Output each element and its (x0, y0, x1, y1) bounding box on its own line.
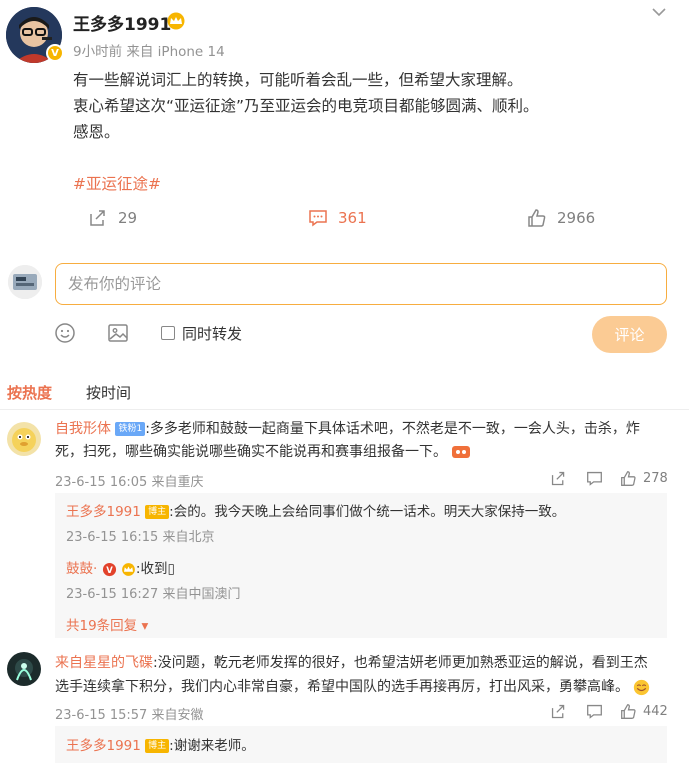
comment-text-line: 自我形体 铁粉1:多多老师和鼓鼓一起商量下具体话术吧，不然老是不一致，一会人头，… (55, 418, 640, 441)
tab-sort-time[interactable]: 按时间 (86, 382, 131, 403)
repost-checkbox[interactable] (161, 326, 175, 340)
reply-text: :谢谢来老师。 (169, 738, 255, 754)
comment-like-button[interactable]: 278 (620, 470, 668, 487)
comment-like-count: 442 (643, 704, 668, 719)
repost-icon (90, 210, 105, 226)
like-button[interactable]: 2966 (527, 208, 595, 228)
post-meta: 9小时前 来自 iPhone 14 (73, 44, 225, 60)
reply-author[interactable]: 鼓鼓· (66, 561, 97, 577)
view-more-replies-link[interactable]: 共19条回复 ▾ (66, 614, 148, 634)
divider (0, 409, 689, 410)
verified-badge-icon: V (46, 44, 64, 62)
emoji-sticker-icon (451, 444, 471, 460)
commenter-avatar[interactable] (7, 422, 41, 456)
crown-badge-icon (166, 12, 186, 30)
tab-sort-hot[interactable]: 按热度 (7, 382, 52, 403)
verified-badge-icon: V (102, 561, 117, 577)
comment-meta: 23-6-15 15:57 来自安徽 (55, 708, 204, 723)
reply-item: 王多多1991 博主:谢谢来老师。 (66, 734, 255, 754)
comment-like-count: 278 (643, 471, 668, 486)
reply-meta: 23-6-15 16:27 来自中国澳门 (66, 587, 241, 602)
submit-comment-button[interactable]: 评论 (592, 316, 667, 353)
emoji-icon[interactable] (54, 322, 76, 348)
reply-meta: 23-6-15 16:15 来自北京 (66, 530, 215, 545)
reply-text: :收到▯ (135, 561, 175, 577)
commenter-name[interactable]: 来自星星的飞碟 (55, 655, 153, 671)
comment-icon (309, 210, 327, 227)
thumbs-up-icon (621, 704, 636, 719)
comment-text: :没问题，乾元老师发挥的很好，也希望洁妍老师更加熟悉亚运的解说，看到王杰 (153, 655, 648, 671)
comment-text: 选手连续拿下积分，我们内心非常自豪，希望中国队的选手再接再厉，打出风采，勇攀高峰… (55, 679, 629, 695)
author-name[interactable]: 王多多1991 (73, 10, 171, 35)
comment-text-line: 来自星星的飞碟:没问题，乾元老师发挥的很好，也希望洁妍老师更加熟悉亚运的解说，看… (55, 652, 648, 675)
view-more-replies-label: 共19条回复 (66, 618, 138, 634)
reply-item: 鼓鼓· V :收到▯ (66, 557, 175, 577)
svg-text:V: V (106, 564, 113, 574)
reply-share-icon[interactable] (550, 703, 567, 720)
commenter-name[interactable]: 自我形体 (55, 421, 111, 437)
reply-item: 王多多1991 博主:会的。我今天晚上会给同事们做个统一话术。明天大家保持一致。 (66, 500, 565, 520)
commenter-avatar[interactable] (7, 652, 41, 686)
my-avatar (8, 265, 42, 299)
thumbs-up-icon (621, 471, 636, 486)
comment-count: 361 (338, 209, 367, 227)
reply-author[interactable]: 王多多1991 (66, 738, 141, 754)
hashtag-link[interactable]: #亚运征途# (73, 172, 161, 194)
comment-text-line: 选手连续拿下积分，我们内心非常自豪，希望中国队的选手再接再厉，打出风采，勇攀高峰… (55, 676, 650, 699)
post-text-line: 感恩。 (73, 123, 120, 141)
image-icon[interactable] (107, 322, 129, 348)
comment-text-line: 死，扫死，哪些确实能说哪些确实不能说再和赛事组报备一下。 (55, 441, 471, 464)
repost-count: 29 (118, 209, 138, 227)
post-text-line: 衷心希望这次“亚运征途”乃至亚运会的电竞项目都能够圆满、顺利。 (73, 97, 539, 115)
fan-badge: 铁粉1 (115, 422, 146, 436)
reply-comment-icon[interactable] (586, 470, 603, 487)
author-tag: 博主 (145, 505, 170, 519)
post-text-line: 有一些解说词汇上的转换，可能听着会乱一些，但希望大家理解。 (73, 71, 523, 89)
author-tag: 博主 (145, 739, 170, 753)
reply-author[interactable]: 王多多1991 (66, 504, 141, 520)
comment-text: 死，扫死，哪些确实能说哪些确实不能说再和赛事组报备一下。 (55, 444, 447, 460)
comment-like-button[interactable]: 442 (620, 703, 668, 720)
comment-input[interactable] (55, 263, 667, 305)
reply-comment-icon[interactable] (586, 703, 603, 720)
thumbs-up-icon (528, 209, 546, 227)
crown-badge-icon (121, 561, 136, 577)
comment-meta: 23-6-15 16:05 来自重庆 (55, 475, 204, 490)
like-count: 2966 (557, 209, 596, 227)
caret-down-icon: ▾ (137, 618, 149, 634)
comment-button[interactable]: 361 (308, 208, 367, 228)
repost-button[interactable]: 29 (88, 208, 137, 228)
reply-share-icon[interactable] (550, 470, 567, 487)
comment-text: :多多老师和鼓鼓一起商量下具体话术吧，不然老是不一致，一会人头，击杀，炸 (145, 421, 640, 437)
repost-checkbox-label[interactable]: 同时转发 (182, 323, 242, 344)
reply-text: :会的。我今天晚上会给同事们做个统一话术。明天大家保持一致。 (169, 504, 566, 520)
smile-emoji-icon (633, 679, 650, 695)
chevron-down-icon[interactable] (650, 4, 668, 18)
